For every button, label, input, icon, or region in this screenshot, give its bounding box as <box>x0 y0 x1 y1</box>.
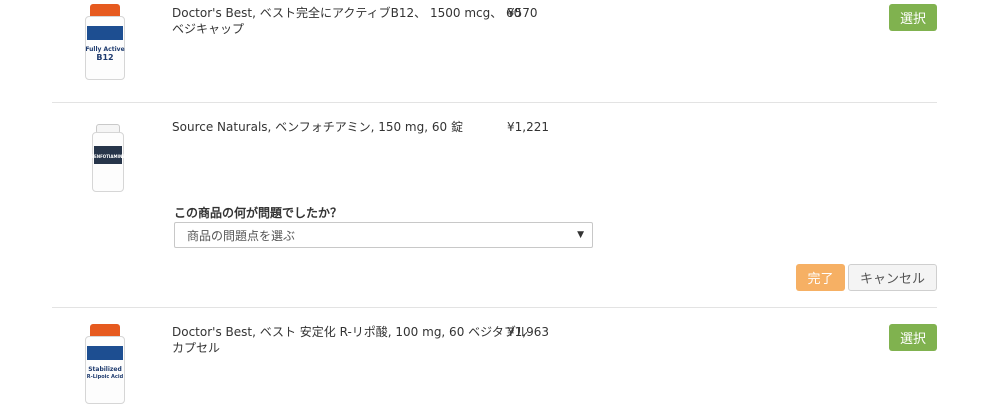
product-name-line: ベジキャップ <box>172 22 245 36</box>
product-image[interactable]: Stabilized R-Lipoic Acid <box>82 324 128 404</box>
product-name[interactable]: Source Naturals, ベンフォチアミン, 150 mg, 60 錠 <box>172 119 463 135</box>
select-button[interactable]: 選択 <box>889 4 937 31</box>
product-price: ¥570 <box>507 6 538 20</box>
done-button[interactable]: 完了 <box>796 264 845 291</box>
product-image-label-strong: B12 <box>96 53 114 62</box>
problem-question: この商品の何が問題でしたか？ <box>174 206 343 220</box>
product-name[interactable]: Doctor's Best, ベスト 安定化 R-リポ酸, 100 mg, 60… <box>172 324 528 356</box>
product-image-label: BENFOTIAMINE <box>90 154 126 159</box>
product-image-label-strong: R-Lipoic Acid <box>86 374 124 380</box>
product-name-line: Source Naturals, ベンフォチアミン, 150 mg, 60 錠 <box>172 120 463 134</box>
cancel-button[interactable]: キャンセル <box>848 264 937 291</box>
product-price: ¥1,221 <box>507 120 549 134</box>
product-name-line: カプセル <box>172 341 221 355</box>
row-divider <box>52 307 937 308</box>
product-image-label: Stabilized <box>88 366 122 373</box>
problem-select[interactable]: 商品の問題点を選ぶ ▼ <box>174 222 593 248</box>
dropdown-arrow-icon: ▼ <box>577 230 584 240</box>
product-name-line: Doctor's Best, ベスト完全にアクティブB12、 1500 mcg、… <box>172 6 522 20</box>
select-button[interactable]: 選択 <box>889 324 937 351</box>
product-image[interactable]: BENFOTIAMINE <box>85 124 131 192</box>
problem-select-value: 商品の問題点を選ぶ <box>187 228 296 243</box>
product-name[interactable]: Doctor's Best, ベスト完全にアクティブB12、 1500 mcg、… <box>172 5 521 37</box>
product-image-label: Fully Active <box>85 46 125 53</box>
row-divider <box>52 102 937 103</box>
product-name-line: Doctor's Best, ベスト 安定化 R-リポ酸, 100 mg, 60… <box>172 325 528 339</box>
product-price: ¥1,963 <box>507 325 549 339</box>
product-image[interactable]: Fully Active B12 <box>82 4 128 80</box>
